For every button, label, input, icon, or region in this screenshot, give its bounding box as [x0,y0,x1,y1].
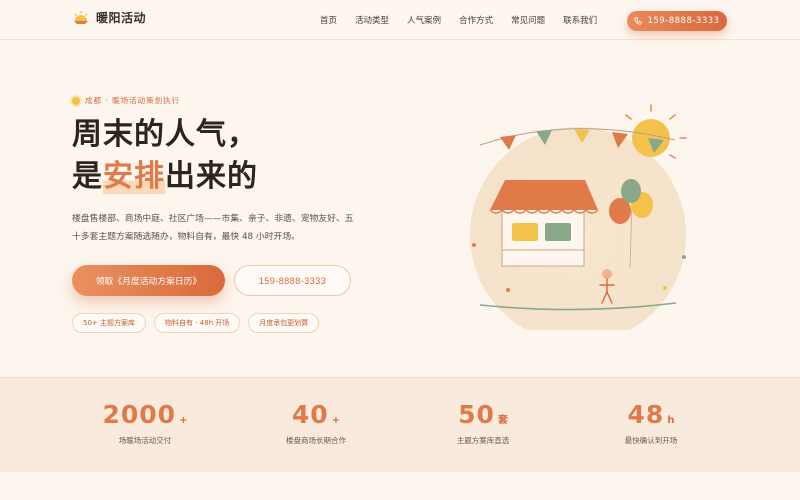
hero-title-line2: 是安排出来的 [72,156,258,198]
stat-label: 场暖场活动交付 [118,436,172,445]
bottom-band [0,472,800,500]
top-nav: 暖阳活动 首页 活动类型 人气案例 合作方式 常见问题 联系我们 159-888… [0,0,800,40]
phone-icon [634,17,643,25]
hero-title-highlight: 安排 [103,159,165,194]
sun-logo-icon [74,10,88,24]
stat-label: 主题方案库直选 [456,436,510,445]
nav-link-faq[interactable]: 常见问题 [511,14,545,26]
stat-label: 楼盘商场长期合作 [286,436,346,445]
call-phone-button[interactable]: 159-8888-3333 [234,265,351,296]
stat-unit: + [179,415,188,426]
nav-phone-button[interactable]: 159-8888-3333 [627,11,727,31]
stat-value: 48 [627,400,665,429]
hero-description: 楼盘售楼部、商场中庭、社区广场——市集、亲子、非遗、宠物友好、五十多套主题方案随… [72,214,354,242]
stat-fastest-start: 48 h 最快确认到开场 [571,400,731,446]
stat-value: 50 [458,400,495,429]
nav-link-cases[interactable]: 人气案例 [407,14,441,26]
nav-link-cooperation[interactable]: 合作方式 [459,14,493,26]
nav-phone-number: 159-8888-3333 [647,16,720,26]
hero-tag: 成都 · 暖场活动策划执行 [72,95,180,106]
stat-unit: + [331,415,341,426]
stat-unit: 套 [497,415,508,426]
hero-title-post: 出来的 [165,159,258,194]
nav-link-home[interactable]: 首页 [320,14,337,26]
chip-monthly-contract: 月度承包更划算 [248,313,320,333]
get-calendar-button[interactable]: 领取《月度活动方案日历》 [72,265,225,296]
sun-dot-icon [72,96,80,105]
hero-title-line1: 周末的人气， [72,117,258,152]
brand-name: 暖阳活动 [96,11,147,25]
stat-value: 2000 [102,400,177,429]
nav-link-event-types[interactable]: 活动类型 [355,14,389,26]
stats-band: 2000 + 场暖场活动交付 40 + 楼盘商场长期合作 50 套 主题方案库直选 4… [0,377,800,472]
hero-title-pre: 是 [72,159,103,194]
stat-label: 最快确认到开场 [624,436,678,445]
stat-events-delivered: 2000 + 场暖场活动交付 [65,400,225,446]
market-stall-illustration [470,104,687,330]
chip-materials-48h: 物料自有 · 48h 开场 [154,313,241,333]
market-stall-icon [489,180,599,267]
stat-value: 40 [291,400,329,429]
nav-link-contact[interactable]: 联系我们 [563,14,597,26]
main-menu: 首页 活动类型 人气案例 合作方式 常见问题 联系我们 [320,14,615,26]
feature-chips: 50+ 主题方案库 物料自有 · 48h 开场 月度承包更划算 [72,313,320,333]
stat-theme-library: 50 套 主题方案库直选 [403,400,563,446]
chip-theme-library: 50+ 主题方案库 [72,313,146,333]
brand-logo[interactable]: 暖阳活动 [72,9,146,26]
stat-unit: h [667,415,675,426]
hero-title: 周末的人气， 是安排出来的 [72,114,258,198]
hero-tag-text: 成都 · 暖场活动策划执行 [85,96,181,105]
stat-long-term-partners: 40 + 楼盘商场长期合作 [236,400,396,446]
